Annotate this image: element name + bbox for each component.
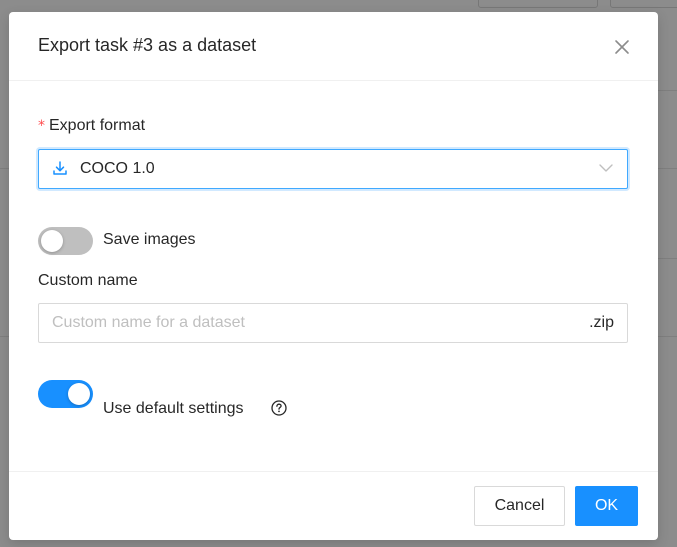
custom-name-label: Custom name: [38, 272, 138, 289]
save-images-label: Save images: [103, 231, 196, 248]
dialog-title: Export task #3 as a dataset: [38, 35, 257, 55]
save-images-switch[interactable]: [38, 227, 93, 255]
download-icon: [53, 161, 67, 175]
ok-button[interactable]: OK: [575, 486, 638, 526]
custom-name-field: .zip: [38, 303, 628, 343]
dialog-header: Export task #3 as a dataset: [9, 12, 658, 81]
cancel-button[interactable]: Cancel: [474, 486, 565, 526]
close-button[interactable]: [612, 37, 632, 57]
switch-knob: [41, 230, 63, 252]
dialog-footer: Cancel OK: [9, 471, 658, 540]
zip-suffix: .zip: [589, 314, 614, 331]
export-dialog: Export task #3 as a dataset * Export form…: [9, 12, 658, 540]
use-default-settings-label: Use default settings: [103, 400, 244, 417]
use-default-settings-switch[interactable]: [38, 380, 93, 408]
export-format-label: * Export format: [38, 117, 145, 135]
export-format-label-text: Export format: [49, 117, 146, 134]
export-format-value: COCO 1.0: [80, 160, 155, 177]
export-format-select[interactable]: COCO 1.0: [38, 149, 628, 189]
custom-name-input[interactable]: [39, 304, 569, 342]
required-marker: *: [38, 118, 45, 134]
switch-knob: [68, 383, 90, 405]
question-circle-icon[interactable]: [271, 400, 287, 416]
close-icon: [615, 40, 629, 54]
chevron-down-icon: [599, 164, 613, 172]
